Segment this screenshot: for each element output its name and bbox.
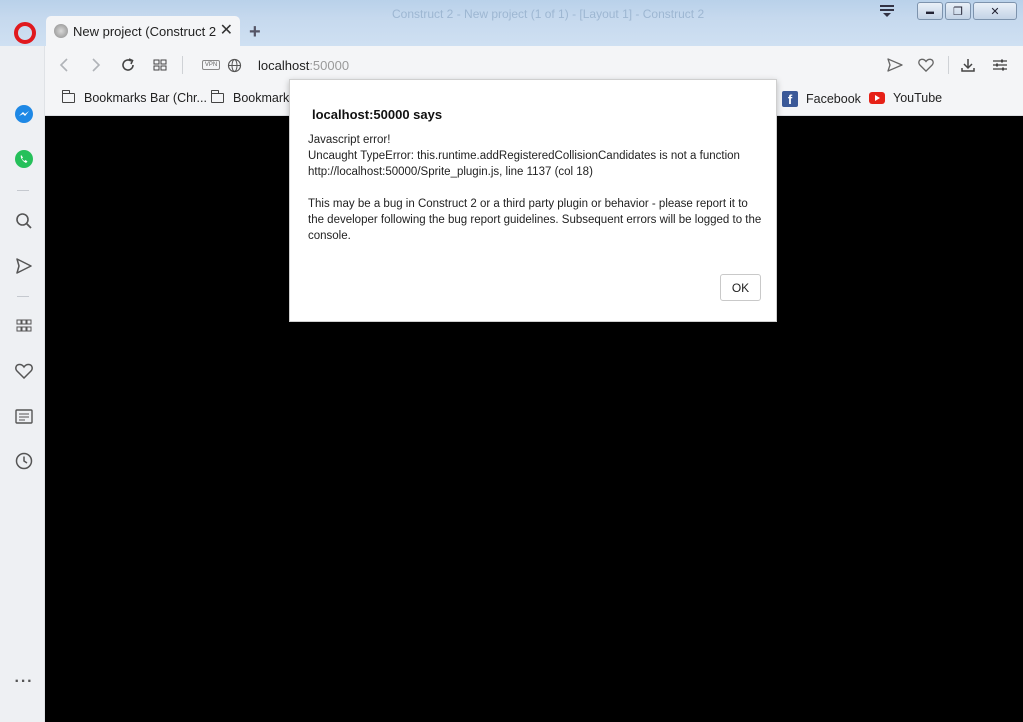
search-icon[interactable]	[14, 211, 34, 231]
tab-title: New project (Construct 2 p	[73, 23, 218, 39]
bookmark-folder-bar[interactable]: Bookmarks Bar (Chr...	[62, 90, 207, 105]
youtube-icon	[869, 92, 885, 104]
address-divider	[182, 56, 183, 74]
folder-icon	[211, 90, 224, 103]
construct-favicon-icon	[54, 24, 68, 38]
back-button[interactable]	[54, 55, 74, 75]
ok-button[interactable]: OK	[720, 274, 761, 301]
opera-logo-icon[interactable]	[14, 22, 36, 44]
bookmark-label: YouTube	[893, 91, 943, 105]
messenger-icon[interactable]	[14, 104, 34, 124]
bookmark-youtube[interactable]: YouTube	[869, 91, 942, 105]
sidebar-divider	[17, 190, 29, 191]
tab-close-icon[interactable]: ✕	[220, 23, 233, 39]
new-tab-button[interactable]: +	[249, 21, 261, 44]
speed-dial-icon[interactable]	[14, 316, 34, 336]
downloads-icon[interactable]	[958, 55, 978, 75]
send-icon[interactable]	[14, 256, 34, 276]
news-icon[interactable]	[14, 406, 34, 426]
minimize-icon: ▬	[926, 6, 934, 16]
opera-sidebar: ···	[0, 46, 45, 722]
close-icon: ✕	[990, 5, 1000, 18]
tab-new-project[interactable]: New project (Construct 2 p ✕	[46, 16, 240, 46]
url-host: localhost	[258, 58, 310, 73]
reload-button[interactable]	[118, 55, 138, 75]
bookmark-label: Bookmarks	[233, 91, 296, 105]
close-window-button[interactable]: ✕	[973, 2, 1017, 20]
opera-menu-icon[interactable]	[873, 2, 901, 20]
forward-button[interactable]	[86, 55, 106, 75]
tab-grid-icon[interactable]	[150, 55, 170, 75]
easy-setup-icon[interactable]	[990, 55, 1010, 75]
bookmark-label: Facebook	[806, 92, 861, 106]
bookmark-facebook[interactable]: f Facebook	[782, 91, 861, 107]
minimize-button[interactable]: ▬	[917, 2, 943, 20]
folder-icon	[62, 90, 75, 103]
restore-icon: ❐	[953, 5, 963, 18]
more-icon[interactable]: ···	[14, 672, 34, 692]
heart-icon[interactable]	[14, 361, 34, 381]
dialog-line: http://localhost:50000/Sprite_plugin.js,…	[308, 166, 593, 178]
toolbar-divider	[948, 56, 949, 74]
url-port: :50000	[309, 58, 350, 73]
send-page-icon[interactable]	[885, 55, 905, 75]
bookmark-folder-bookmarks[interactable]: Bookmarks	[211, 90, 296, 105]
vpn-label: VPN	[201, 60, 221, 70]
dialog-line: Uncaught TypeError: this.runtime.addRegi…	[308, 150, 740, 162]
vpn-badge[interactable]: VPN	[200, 55, 222, 75]
dialog-message: Javascript error! Uncaught TypeError: th…	[308, 132, 763, 244]
bookmark-heart-icon[interactable]	[916, 55, 936, 75]
window-title: Construct 2 - New project (1 of 1) - [La…	[392, 7, 705, 21]
sidebar-divider	[17, 296, 29, 297]
window-controls: ▬ ❐ ✕	[873, 2, 1017, 20]
facebook-icon: f	[782, 91, 798, 107]
dialog-title: localhost:50000 says	[312, 107, 443, 122]
globe-icon[interactable]	[224, 55, 244, 75]
url-field[interactable]: localhost:50000	[258, 58, 349, 73]
history-icon[interactable]	[14, 451, 34, 471]
restore-button[interactable]: ❐	[945, 2, 971, 20]
dialog-line: This may be a bug in Construct 2 or a th…	[308, 198, 762, 242]
dialog-line: Javascript error!	[308, 134, 391, 146]
alert-dialog: localhost:50000 says Javascript error! U…	[289, 79, 777, 322]
dialog-spacer	[308, 180, 763, 196]
bookmark-label: Bookmarks Bar (Chr...	[84, 91, 207, 105]
whatsapp-icon[interactable]	[14, 149, 34, 169]
